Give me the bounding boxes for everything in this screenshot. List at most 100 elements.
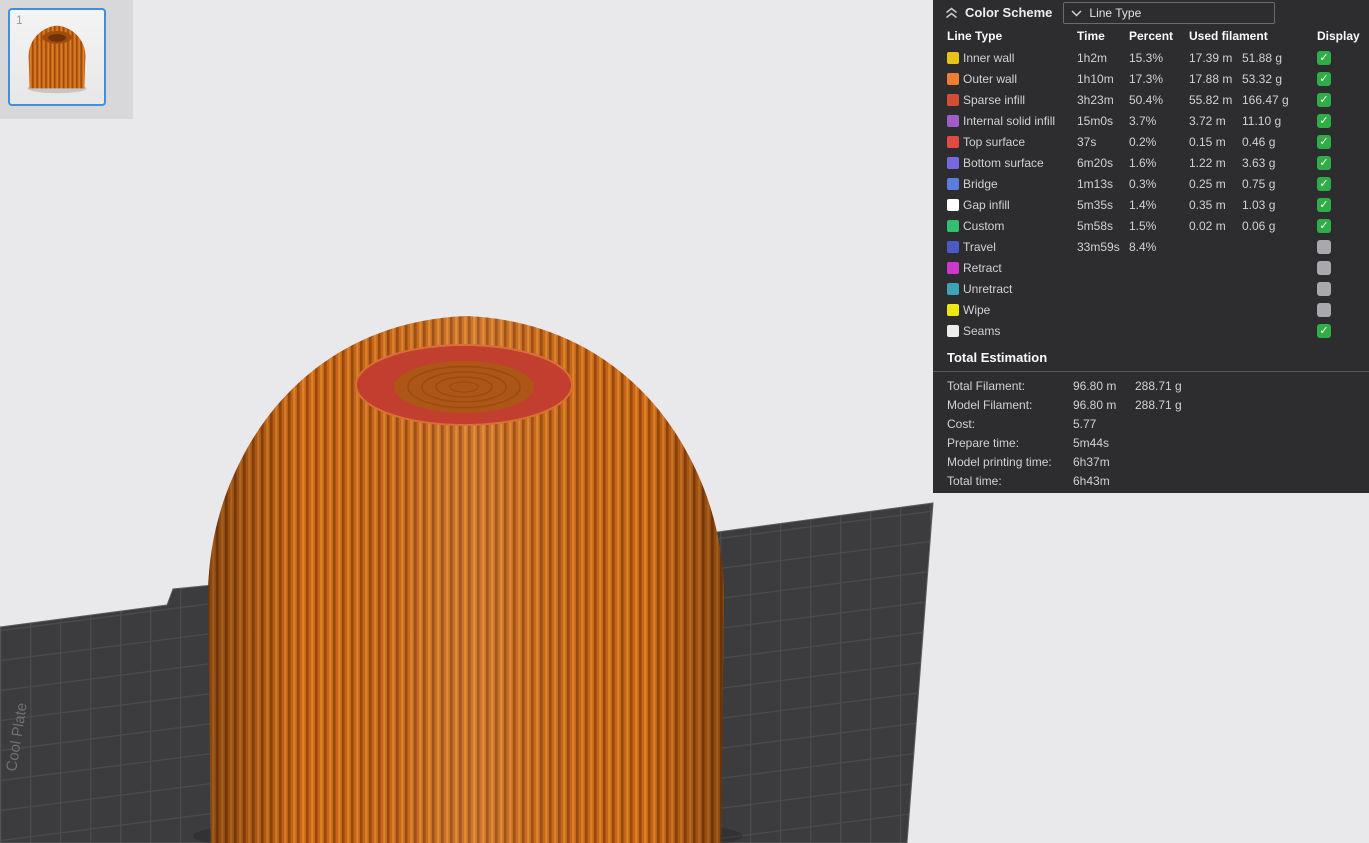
total-row-label: Cost:	[947, 416, 976, 431]
total-estimation-row: Model Filament: 96.80 m 288.71 g	[933, 395, 1369, 414]
line-type-time: 5m35s	[1077, 197, 1114, 212]
display-checkbox[interactable]: ✓	[1317, 155, 1331, 170]
view-type-value: Line Type	[1089, 5, 1142, 20]
model-3d	[193, 316, 743, 843]
line-type-percent: 0.3%	[1129, 176, 1157, 191]
line-type-label: Top surface	[963, 134, 1026, 149]
line-type-percent: 1.5%	[1129, 218, 1157, 233]
line-type-color-swatch	[947, 282, 959, 295]
line-type-color-swatch	[947, 177, 959, 190]
line-type-filament-g: 53.32 g	[1242, 71, 1283, 86]
view-type-dropdown[interactable]: Line Type	[1063, 1, 1276, 24]
line-type-rows: Inner wall 1h2m 15.3% 17.39 m 51.88 g ✓ …	[933, 47, 1369, 341]
total-row-value-1: 6h43m	[1073, 473, 1110, 488]
display-checkbox[interactable]	[1317, 239, 1331, 254]
line-type-percent: 3.7%	[1129, 113, 1157, 128]
line-type-filament-m: 0.15 m	[1189, 134, 1226, 149]
total-row-value-1: 5m44s	[1073, 435, 1110, 450]
display-checkbox[interactable]	[1317, 260, 1331, 275]
total-row-label: Model printing time:	[947, 454, 1052, 469]
line-type-label: Inner wall	[963, 50, 1015, 65]
line-type-label: Gap infill	[963, 197, 1010, 212]
line-type-label: Seams	[963, 323, 1001, 338]
column-time: Time	[1077, 29, 1105, 43]
line-type-row: Gap infill 5m35s 1.4% 0.35 m 1.03 g ✓	[933, 194, 1369, 215]
total-estimation-rows: Total Filament: 96.80 m 288.71 g Model F…	[933, 376, 1369, 490]
line-type-color-swatch	[947, 324, 959, 337]
line-type-filament-g: 11.10 g	[1242, 113, 1282, 128]
line-type-filament-g: 0.75 g	[1242, 176, 1276, 191]
column-display: Display	[1317, 29, 1360, 43]
line-type-label: Custom	[963, 218, 1005, 233]
total-row-value-1: 6h37m	[1073, 454, 1110, 469]
plate-thumbnail[interactable]: 1	[8, 8, 106, 106]
line-type-filament-g: 0.06 g	[1242, 218, 1276, 233]
total-row-value-2: 288.71 g	[1135, 397, 1182, 412]
line-type-time: 15m0s	[1077, 113, 1114, 128]
display-checkbox[interactable]: ✓	[1317, 218, 1331, 233]
line-type-filament-g: 3.63 g	[1242, 155, 1276, 170]
line-type-percent: 1.4%	[1129, 197, 1157, 212]
panel-header: Color Scheme Line Type	[933, 0, 1369, 25]
line-type-label: Outer wall	[963, 71, 1018, 86]
display-checkbox[interactable]: ✓	[1317, 92, 1331, 107]
display-checkbox[interactable]	[1317, 302, 1331, 317]
line-type-color-swatch	[947, 135, 959, 148]
total-row-label: Total time:	[947, 473, 1002, 488]
line-type-percent: 8.4%	[1129, 239, 1157, 254]
line-type-filament-m: 17.39 m	[1189, 50, 1233, 65]
line-type-color-swatch	[947, 51, 959, 64]
total-estimation-row: Model printing time: 6h37m	[933, 452, 1369, 471]
line-type-time: 33m59s	[1077, 239, 1120, 254]
display-checkbox[interactable]: ✓	[1317, 134, 1331, 149]
total-row-label: Total Filament:	[947, 378, 1026, 393]
line-type-filament-m: 55.82 m	[1189, 92, 1233, 107]
line-type-time: 5m58s	[1077, 218, 1114, 233]
column-percent: Percent	[1129, 29, 1174, 43]
collapse-panel-icon[interactable]	[945, 6, 958, 19]
total-row-label: Model Filament:	[947, 397, 1033, 412]
total-estimation-title: Total Estimation	[933, 341, 1369, 372]
line-type-filament-m: 1.22 m	[1189, 155, 1226, 170]
line-type-color-swatch	[947, 114, 959, 127]
line-type-percent: 50.4%	[1129, 92, 1164, 107]
plate-number: 1	[16, 13, 23, 27]
line-type-filament-g: 0.46 g	[1242, 134, 1276, 149]
display-checkbox[interactable]: ✓	[1317, 197, 1331, 212]
line-type-percent: 17.3%	[1129, 71, 1164, 86]
model-hole	[394, 361, 534, 413]
display-checkbox[interactable]: ✓	[1317, 50, 1331, 65]
display-checkbox[interactable]: ✓	[1317, 71, 1331, 86]
panel-title: Color Scheme	[965, 5, 1053, 20]
line-type-color-swatch	[947, 219, 959, 232]
line-type-percent: 15.3%	[1129, 50, 1164, 65]
line-type-filament-g: 1.03 g	[1242, 197, 1276, 212]
line-type-label: Bottom surface	[963, 155, 1044, 170]
line-type-row: Travel 33m59s 8.4%	[933, 236, 1369, 257]
line-type-row: Bridge 1m13s 0.3% 0.25 m 0.75 g ✓	[933, 173, 1369, 194]
total-row-value-1: 96.80 m	[1073, 397, 1117, 412]
line-type-percent: 0.2%	[1129, 134, 1157, 149]
line-type-filament-m: 0.02 m	[1189, 218, 1226, 233]
line-type-row: Top surface 37s 0.2% 0.15 m 0.46 g ✓	[933, 131, 1369, 152]
line-type-row: Retract	[933, 257, 1369, 278]
total-row-value-1: 96.80 m	[1073, 378, 1117, 393]
line-type-time: 6m20s	[1077, 155, 1114, 170]
line-type-label: Retract	[963, 260, 1002, 275]
line-type-row: Inner wall 1h2m 15.3% 17.39 m 51.88 g ✓	[933, 47, 1369, 68]
line-type-time: 1m13s	[1077, 176, 1114, 191]
display-checkbox[interactable]: ✓	[1317, 176, 1331, 191]
display-checkbox[interactable]	[1317, 281, 1331, 296]
total-row-value-1: 5.77	[1073, 416, 1097, 431]
line-type-filament-g: 166.47 g	[1242, 92, 1289, 107]
chevron-down-icon	[1071, 9, 1082, 17]
total-row-value-2: 288.71 g	[1135, 378, 1182, 393]
display-checkbox[interactable]: ✓	[1317, 113, 1331, 128]
line-type-time: 37s	[1077, 134, 1097, 149]
line-type-filament-m: 0.35 m	[1189, 197, 1226, 212]
line-type-filament-m: 0.25 m	[1189, 176, 1226, 191]
line-type-filament-m: 3.72 m	[1189, 113, 1226, 128]
line-type-row: Internal solid infill 15m0s 3.7% 3.72 m …	[933, 110, 1369, 131]
display-checkbox[interactable]: ✓	[1317, 323, 1331, 338]
line-type-color-swatch	[947, 93, 959, 106]
